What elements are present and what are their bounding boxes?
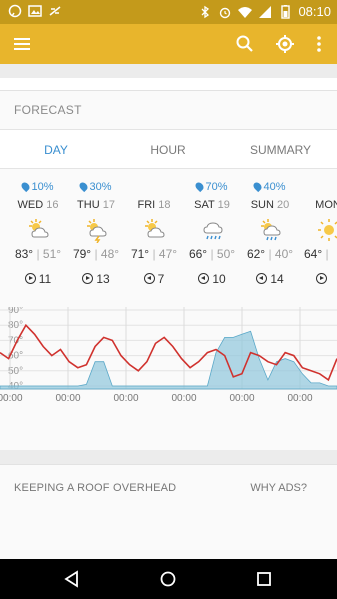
precip-chance: 40% [240,180,300,193]
sunny-icon [318,219,337,241]
x-tick-label: 00:00 [287,393,312,404]
sun-rain-icon [261,219,281,241]
rain-icon [203,222,223,240]
forecast-tabs: DAY HOUR SUMMARY [0,129,337,169]
x-tick-label: 00:00 [229,393,254,404]
forecast-title: FORECAST [14,103,82,117]
tab-day[interactable]: DAY [0,130,112,170]
day-column[interactable]: 40% SUN 20 62° | 40° 14 [240,177,300,309]
battery-icon [281,4,291,19]
ad-header: KEEPING A ROOF OVERHEAD WHY ADS? [0,464,337,504]
day-name: THU 17 [77,199,115,211]
location-icon[interactable] [274,33,296,55]
wind-direction-icon [316,273,327,284]
tab-hour[interactable]: HOUR [112,130,224,170]
day-name: SUN 20 [250,199,290,211]
day-temps: 62° | 40° [246,247,294,261]
wind-direction-icon [82,273,94,284]
day-column[interactable]: FRI 18 71° | 47° 7 [124,177,184,309]
day-name: FRI 18 [137,199,171,211]
day-column[interactable]: 70% SAT 19 66° | 50° 10 [182,177,242,309]
day-name: SAT 19 [194,199,230,211]
wifi-icon [238,6,253,18]
day-temps: 83° | 51° [14,247,62,261]
ad-heading: KEEPING A ROOF OVERHEAD [14,482,177,494]
x-tick-label: 00:00 [55,393,80,404]
image-icon [28,5,42,17]
day-column[interactable]: 10% WED 16 83° | 51° 11 [8,177,68,309]
notification-icon [8,4,22,18]
wind-direction-icon [24,273,36,284]
raindrop-icon [78,180,90,193]
precip-chance: 10% [8,180,68,193]
bluetooth-icon [201,5,210,18]
partly-cloudy-icon [145,219,165,238]
sync-icon [49,6,61,16]
app-bar [0,24,337,64]
wind-speed: 10 [182,272,242,286]
wind-direction-icon [256,273,268,284]
partly-cloudy-icon [29,219,49,238]
day-temps: 71° | 47° [130,247,178,261]
wind-speed: 7 [124,272,184,286]
day-column[interactable]: MON 64° | [298,177,337,309]
raindrop-icon [20,180,32,193]
back-icon[interactable] [62,569,82,589]
tab-summary[interactable]: SUMMARY [224,130,337,170]
wind-speed [316,272,337,286]
wind-direction-icon [143,273,155,284]
raindrop-icon [252,180,264,193]
raindrop-icon [194,180,206,193]
ad-area [0,504,337,559]
signal-icon [259,5,272,18]
overflow-menu-icon[interactable] [308,33,330,55]
search-icon[interactable] [234,33,256,55]
wind-direction-icon [198,273,210,284]
wind-speed: 13 [66,272,126,286]
status-bar: 08:10 [0,0,337,24]
wind-speed: 11 [8,272,68,286]
precip-chance: 70% [182,180,242,193]
day-name: MON [315,199,337,211]
day-temps: 66° | 50° [188,247,236,261]
navigation-bar [0,559,337,599]
forecast-card: FORECAST DAY HOUR SUMMARY ° 10% WED 16 8… [0,90,337,450]
previous-card-bottom [0,78,337,90]
why-ads-link[interactable]: WHY ADS? [250,482,307,494]
wind-speed: 14 [240,272,300,286]
x-tick-label: 00:00 [171,393,196,404]
temperature-precip-chart[interactable]: 90°80°70°60°50°40°00:0000:0000:0000:0000… [0,307,337,407]
recents-icon[interactable] [254,569,274,589]
clock: 08:10 [298,4,331,19]
day-name: WED 16 [17,199,59,211]
thunderstorm-icon [87,219,107,243]
x-tick-label: 00:00 [0,393,23,404]
day-temps: 64° | [304,247,329,261]
day-column[interactable]: 30% THU 17 79° | 48° 13 [66,177,126,309]
menu-icon[interactable] [12,34,32,54]
daily-forecast-strip[interactable]: ° 10% WED 16 83° | 51° 11 30% THU 17 79°… [0,177,337,309]
x-tick-label: 00:00 [113,393,138,404]
precip-chance: 30% [66,180,126,193]
home-icon[interactable] [158,569,178,589]
alarm-icon [220,7,231,18]
day-temps: 79° | 48° [72,247,120,261]
